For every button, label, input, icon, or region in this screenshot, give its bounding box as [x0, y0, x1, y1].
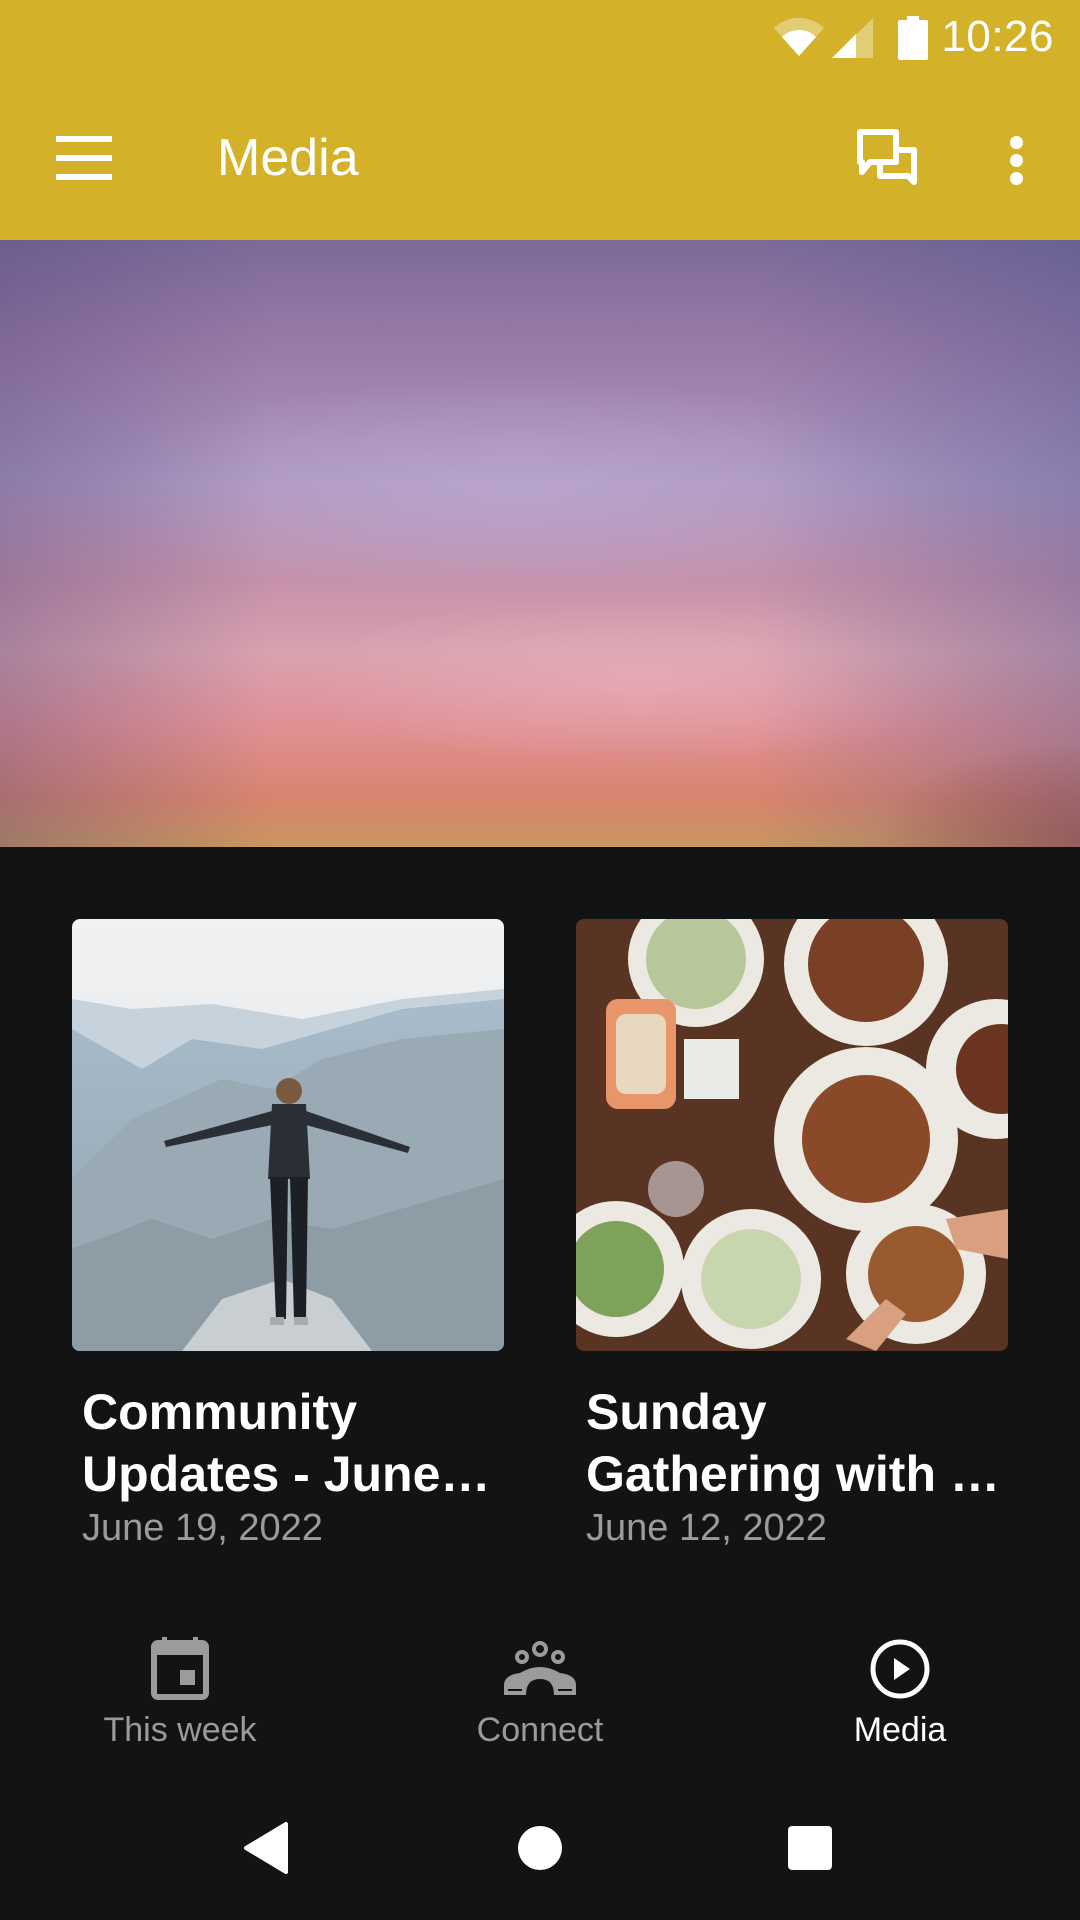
media-title[interactable]: Sunday Gathering with …: [586, 1381, 1006, 1505]
group-icon: [504, 1641, 576, 1695]
media-date: June 19, 2022: [82, 1507, 323, 1549]
tab-media[interactable]: Media: [720, 1607, 1080, 1770]
recents-button[interactable]: [770, 1808, 850, 1888]
tab-this-week[interactable]: This week: [0, 1607, 360, 1770]
calendar-icon: [151, 1637, 209, 1700]
mountain-person-image: [72, 919, 504, 1351]
media-grid: Community Updates - June… June 19, 2022: [0, 847, 1080, 1607]
media-title[interactable]: Community Updates - June…: [82, 1381, 502, 1505]
battery-icon: [898, 16, 928, 60]
home-circle-icon: [518, 1826, 562, 1870]
wifi-icon: [774, 17, 824, 56]
media-thumbnail[interactable]: [576, 919, 1008, 1351]
system-navigation-bar: [0, 1770, 1080, 1920]
chat-bubbles-icon: [857, 129, 917, 185]
tab-label: This week: [103, 1711, 257, 1749]
app-bar: 10:26 Media: [0, 0, 1080, 240]
status-time: 10:26: [941, 12, 1054, 61]
media-card[interactable]: Sunday Gathering with … June 12, 2022: [576, 919, 1008, 1550]
media-date: June 12, 2022: [586, 1507, 827, 1549]
food-table-image: [576, 919, 1008, 1351]
tab-label: Connect: [476, 1711, 604, 1749]
back-triangle-icon: [244, 1822, 288, 1874]
bottom-navigation: This week Connect Media: [0, 1607, 1080, 1770]
media-card[interactable]: Community Updates - June… June 19, 2022: [72, 919, 504, 1550]
home-button[interactable]: [500, 1808, 580, 1888]
media-thumbnail[interactable]: [72, 919, 504, 1351]
menu-button[interactable]: [40, 120, 130, 196]
recents-square-icon: [788, 1826, 832, 1870]
tab-connect[interactable]: Connect: [360, 1607, 720, 1770]
tab-label: Media: [853, 1711, 947, 1749]
cell-signal-icon: [832, 18, 873, 58]
more-options-button[interactable]: [990, 122, 1040, 198]
back-button[interactable]: [228, 1808, 308, 1888]
chat-button[interactable]: [850, 122, 926, 198]
status-bar: 10:26: [0, 0, 1080, 80]
toolbar: Media: [0, 80, 1080, 240]
hero-banner-image[interactable]: [0, 240, 1080, 847]
page-title: Media: [217, 129, 359, 187]
play-circle-icon: [870, 1639, 930, 1699]
